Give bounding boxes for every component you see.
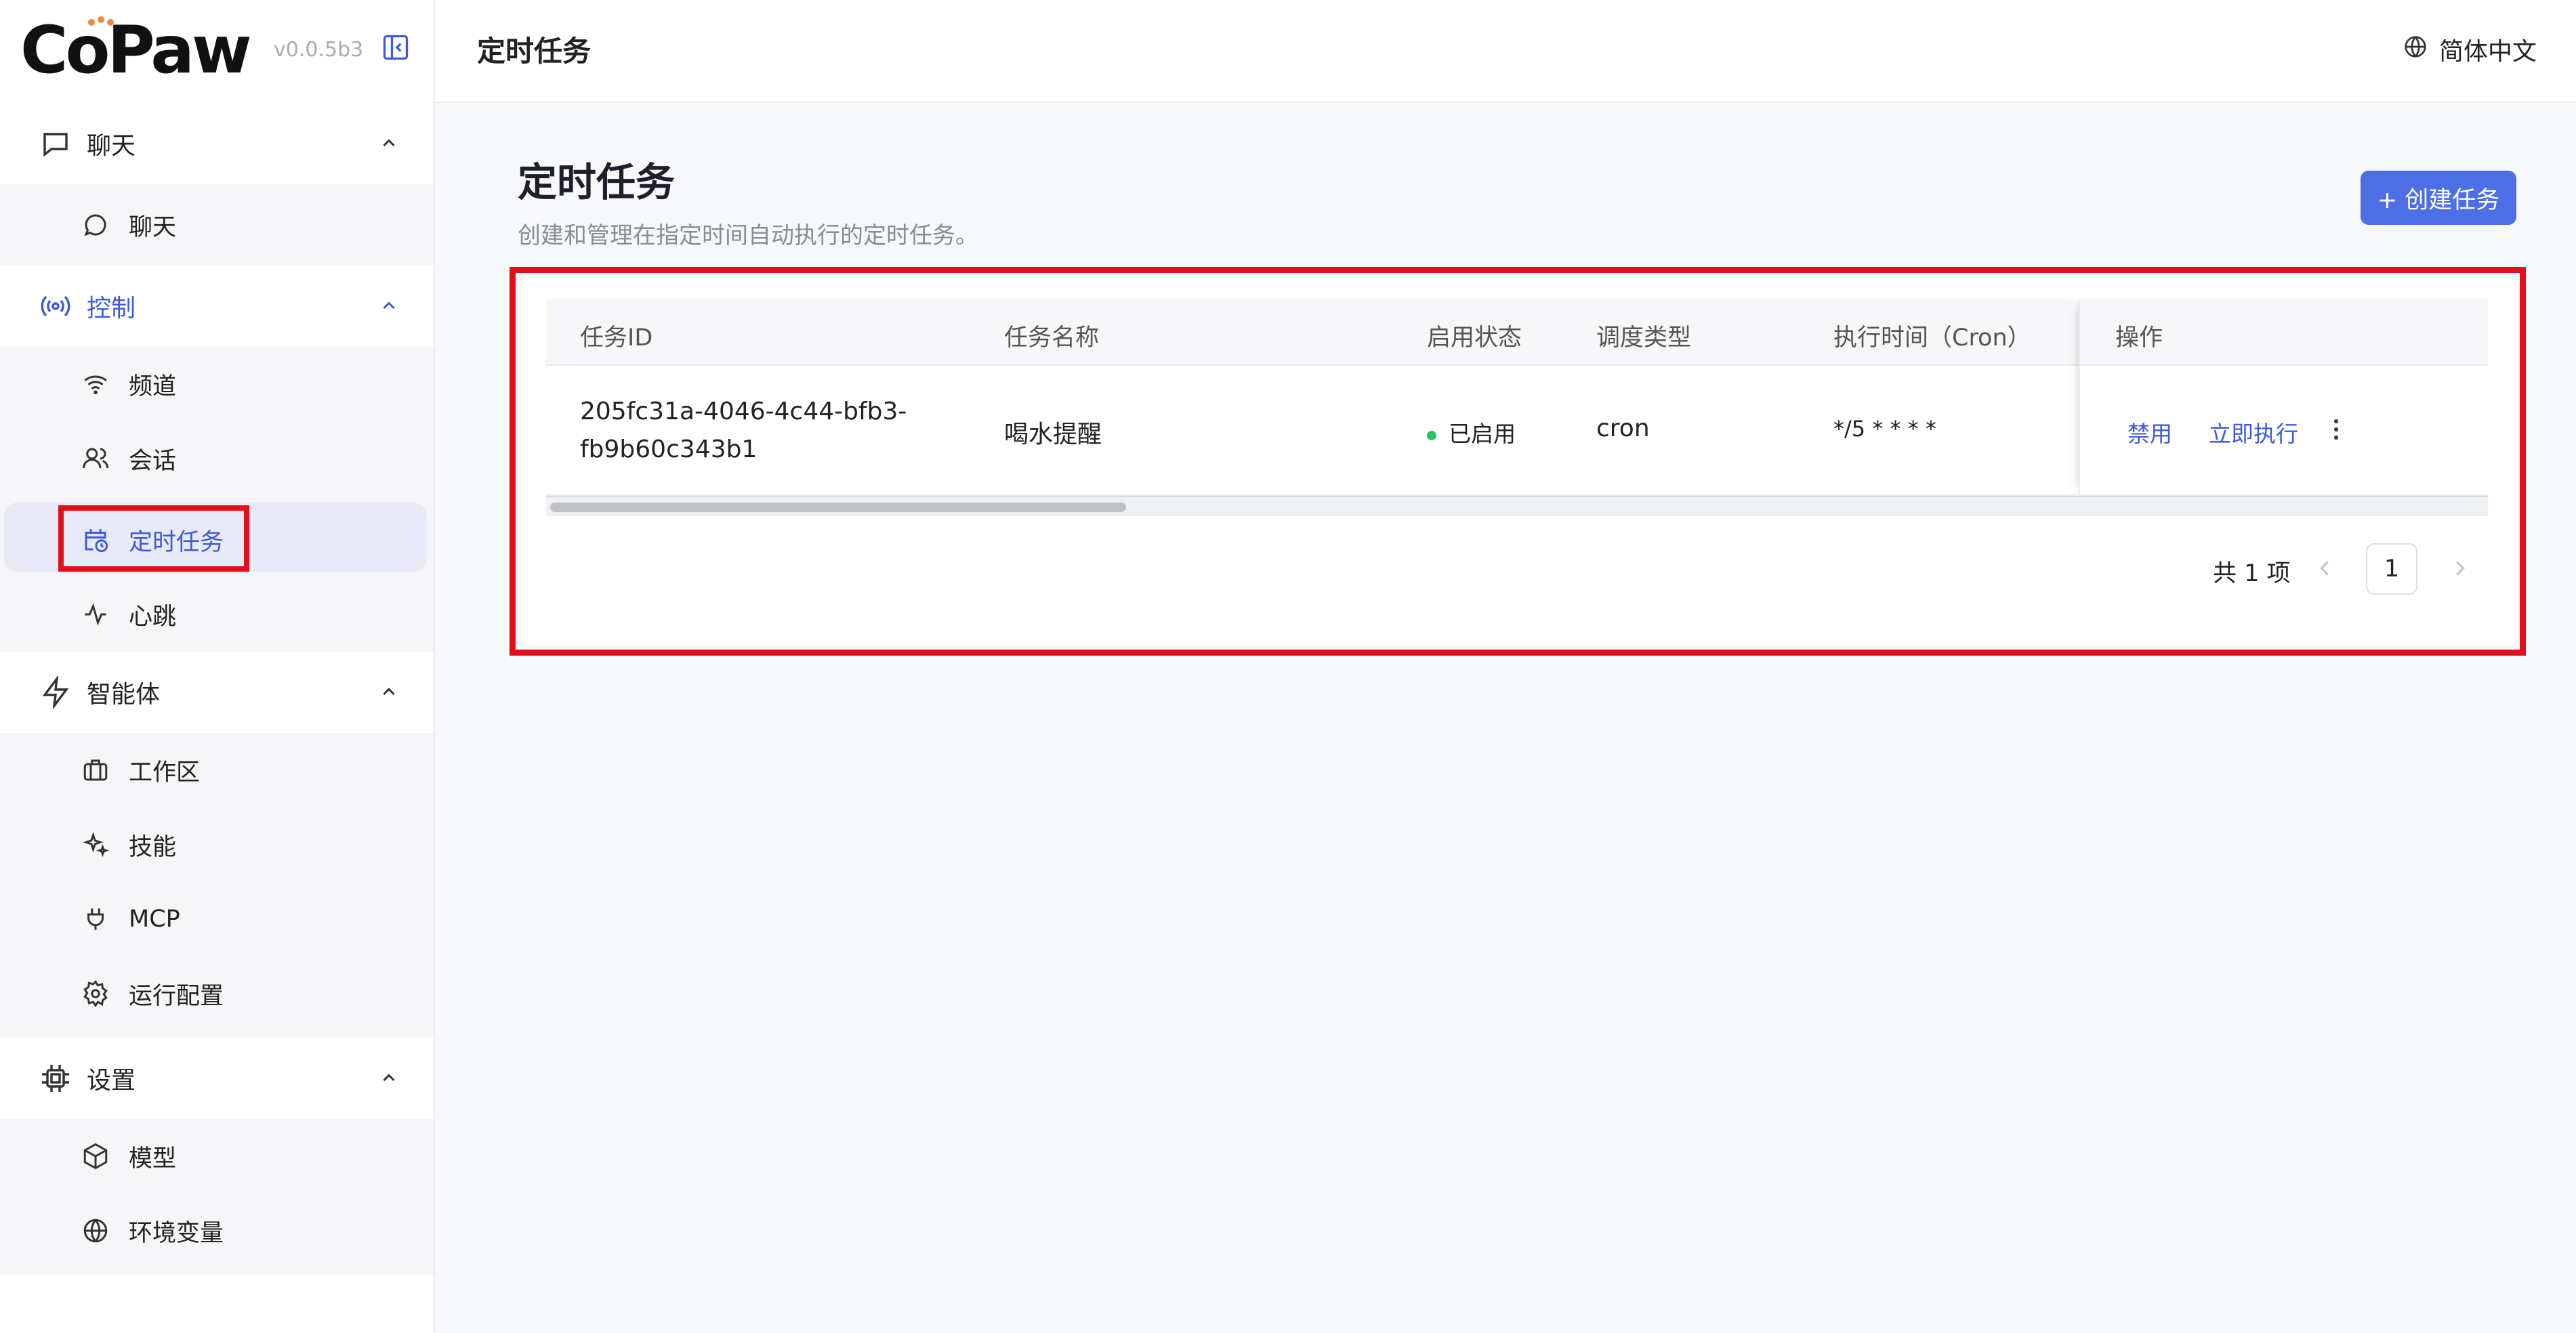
sidebar-group-label: 控制 (87, 295, 136, 322)
cube-icon (81, 1142, 110, 1170)
sidebar-item-mcp[interactable]: MCP (0, 882, 434, 956)
users-icon (81, 444, 110, 473)
app-logo: CoPaw (20, 12, 252, 88)
header-title: 定时任务 (477, 35, 591, 68)
sidebar-submenu-agent: 工作区 技能 MCP 运行配置 (0, 733, 434, 1038)
sidebar-item-workspace[interactable]: 工作区 (0, 733, 434, 807)
sidebar-item-runtime-config[interactable]: 运行配置 (0, 956, 434, 1031)
chevron-up-icon (377, 680, 401, 704)
sidebar-item-label: MCP (129, 906, 180, 933)
sidebar-item-heartbeat[interactable]: 心跳 (0, 577, 434, 652)
sidebar-group-settings[interactable]: 设置 (0, 1038, 434, 1119)
message-square-icon (39, 127, 72, 160)
wifi-icon (81, 370, 110, 398)
create-task-button[interactable]: + 创建任务 (2361, 171, 2516, 225)
sidebar-item-label: 环境变量 (129, 1219, 224, 1247)
pulse-icon (81, 600, 110, 629)
sidebar-submenu-settings: 模型 环境变量 (0, 1119, 434, 1275)
broadcast-icon (39, 290, 72, 322)
sidebar-item-label: 运行配置 (129, 982, 224, 1010)
gear-icon (81, 979, 110, 1008)
sidebar-item-label: 心跳 (129, 603, 177, 631)
chat-bubble-icon (81, 211, 110, 239)
briefcase-icon (81, 756, 110, 784)
sidebar-group-label: 智能体 (87, 681, 161, 708)
sidebar-item-label: 频道 (129, 373, 177, 400)
page-description: 创建和管理在指定时间自动执行的定时任务。 (518, 222, 978, 249)
sparkles-icon (81, 830, 110, 859)
chip-icon (39, 1062, 72, 1095)
sidebar-item-label: 技能 (129, 833, 177, 861)
sidebar-submenu-control: 频道 会话 定时任务 心跳 (0, 347, 434, 652)
sidebar-item-channels[interactable]: 频道 (0, 347, 434, 421)
sidebar-group-label: 聊天 (87, 132, 136, 160)
app-version: v0.0.5b3 (274, 38, 364, 62)
sidebar-collapse-icon[interactable] (381, 33, 411, 62)
top-header: 定时任务 简体中文 (435, 0, 2576, 103)
highlight-box-table (510, 267, 2526, 656)
sidebar-item-chat[interactable]: 聊天 (0, 188, 434, 262)
language-switcher[interactable]: 简体中文 (2403, 33, 2537, 66)
plug-icon (81, 905, 110, 933)
sidebar-group-agent[interactable]: 智能体 (0, 652, 434, 733)
sidebar-group-chat[interactable]: 聊天 (0, 103, 434, 184)
globe-icon (81, 1216, 110, 1245)
chevron-up-icon (377, 1066, 401, 1091)
sidebar-submenu-chat: 聊天 (0, 184, 434, 266)
logo-row: CoPaw v0.0.5b3 (0, 0, 434, 102)
globe-icon (2403, 34, 2428, 66)
sidebar-item-label: 会话 (129, 447, 177, 475)
sidebar-item-skills[interactable]: 技能 (0, 807, 434, 882)
sidebar-item-label: 工作区 (129, 759, 201, 786)
sidebar-item-label: 模型 (129, 1145, 177, 1172)
chevron-up-icon (377, 131, 401, 156)
sidebar-item-label: 聊天 (129, 213, 177, 241)
chevron-up-icon (377, 294, 401, 318)
highlight-box-sidebar (58, 505, 249, 572)
language-label: 简体中文 (2438, 38, 2537, 66)
sidebar-item-sessions[interactable]: 会话 (0, 421, 434, 496)
sidebar-item-env-vars[interactable]: 环境变量 (0, 1193, 434, 1268)
paw-icon (88, 16, 115, 34)
sidebar-group-control[interactable]: 控制 (0, 266, 434, 347)
sidebar: CoPaw v0.0.5b3 聊天 聊天 控制 频道 会话 定时任务 心跳 智能… (0, 0, 435, 1333)
sidebar-group-label: 设置 (87, 1067, 136, 1095)
page-title: 定时任务 (518, 159, 676, 205)
lightning-icon (39, 674, 72, 711)
sidebar-item-models[interactable]: 模型 (0, 1119, 434, 1193)
